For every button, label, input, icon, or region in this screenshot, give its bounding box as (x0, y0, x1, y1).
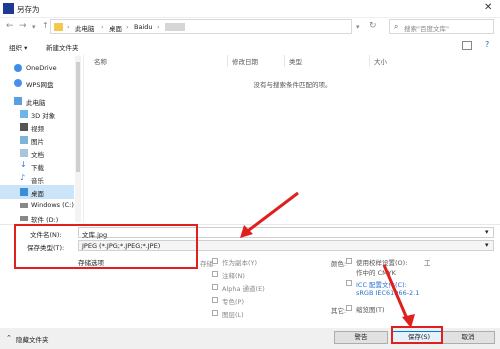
annotation-arrows (240, 191, 415, 328)
